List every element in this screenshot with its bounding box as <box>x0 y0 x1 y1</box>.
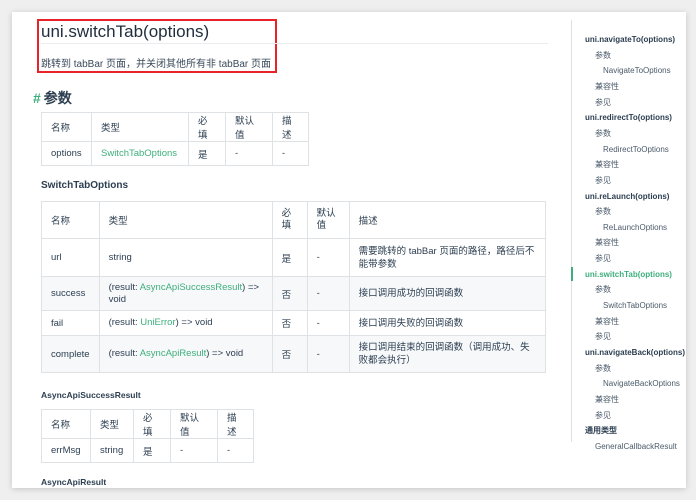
table-row: options SwitchTabOptions 是-- <box>41 141 309 166</box>
toc-item[interactable]: uni.redirectTo(options) <box>585 110 672 125</box>
table-row: complete (result: AsyncApiResult) => voi… <box>41 335 547 373</box>
cell-name: success <box>41 276 100 311</box>
table-cell: 默认值 <box>306 201 350 239</box>
toc-item[interactable]: 参见 <box>595 329 611 344</box>
table-cell: 描述 <box>217 409 254 439</box>
toc-item[interactable]: NavigateToOptions <box>603 63 671 78</box>
section-params-heading: # 参数 <box>33 90 72 106</box>
cell-desc: - <box>272 141 309 166</box>
cell-default: - <box>306 238 350 277</box>
toc-item[interactable]: 参见 <box>595 408 611 423</box>
cell-name: url <box>41 238 100 277</box>
toc-item[interactable]: uni.reLaunch(options) <box>585 189 669 204</box>
table-cell: 是 <box>133 438 171 463</box>
toc-item[interactable]: ReLaunchOptions <box>603 220 667 235</box>
cell-default: - <box>306 276 350 311</box>
table-header: 名称 类型 必填 默认值 描述 <box>41 201 547 239</box>
toc-item[interactable]: 参数 <box>595 361 611 376</box>
toc-item[interactable]: GeneralCallbackResult <box>595 439 677 454</box>
asyncapiresult-heading: AsyncApiResult <box>41 477 107 487</box>
cell-type: string <box>98 238 273 277</box>
toc-item[interactable]: 兼容性 <box>595 157 619 172</box>
toc-item[interactable]: RedirectToOptions <box>603 142 669 157</box>
toc-item[interactable]: uni.navigateBack(options) <box>585 345 685 360</box>
table-cell: 必填 <box>271 201 308 239</box>
table-header: 名称 类型 必填 默认值 描述 <box>41 112 309 142</box>
table-cell: SwitchTabOptions <box>91 141 189 166</box>
toc-item[interactable]: 兼容性 <box>595 79 619 94</box>
toc-item[interactable]: 参数 <box>595 126 611 141</box>
col-required: 必填 <box>188 112 226 142</box>
toc-item[interactable]: 通用类型 <box>585 423 617 438</box>
table-cell: - <box>217 438 254 463</box>
table-cell: 描述 <box>348 201 547 239</box>
toc-item[interactable]: 参数 <box>595 48 611 63</box>
toc-item[interactable]: 兼容性 <box>595 392 619 407</box>
table-row: errMsg string 是 - - <box>41 438 254 463</box>
toc-item[interactable]: 兼容性 <box>595 314 619 329</box>
table-cell: - <box>170 438 218 463</box>
cell-desc: 需要跳转的 tabBar 页面的路径，路径后不能带参数 <box>348 238 547 277</box>
toc-item[interactable]: NavigateBackOptions <box>603 376 680 391</box>
toc-item[interactable]: uni.navigateTo(options) <box>585 32 675 47</box>
toc-item[interactable]: SwitchTabOptions <box>603 298 667 313</box>
table-cell: 必填 <box>133 409 171 439</box>
cell-name: options <box>41 141 92 166</box>
type-link[interactable]: UniError <box>140 317 175 328</box>
type-link[interactable]: AsyncApiResult <box>140 348 207 359</box>
switchtaboptions-heading: SwitchTabOptions <box>41 180 129 191</box>
toc-item[interactable]: 参见 <box>595 173 611 188</box>
cell-required: 否 <box>271 335 308 373</box>
table-cell: 默认值 <box>170 409 218 439</box>
col-desc: 描述 <box>272 112 309 142</box>
cell-required: 是 <box>188 141 226 166</box>
table-cell: 类型 <box>98 201 273 239</box>
toc-item[interactable]: 参见 <box>595 251 611 266</box>
cell-default: - <box>306 310 350 336</box>
table-cell: 名称 <box>41 201 100 239</box>
table-cell: 名称 <box>41 409 91 439</box>
cell-default: - <box>306 335 350 373</box>
table-header: 名称 类型 必填 默认值 描述 <box>41 409 254 439</box>
switchtaboptions-table: 名称 类型 必填 默认值 描述 url string 是 - 需要跳转的 tabBar … <box>41 201 547 373</box>
toc-item[interactable]: 兼容性 <box>595 235 619 250</box>
cell-name: fail <box>41 310 100 336</box>
col-name: 名称 <box>41 112 92 142</box>
cell-required: 是 <box>271 238 308 277</box>
title-divider <box>41 43 548 44</box>
table-row: url string 是 - 需要跳转的 tabBar 页面的路径，路径后不能带… <box>41 238 547 277</box>
type-link[interactable]: SwitchTabOptions <box>101 148 177 159</box>
toc-active-indicator <box>571 266 573 281</box>
toc-item[interactable]: 参数 <box>595 204 611 219</box>
cell-default: - <box>225 141 273 166</box>
cell-type: (result: AsyncApiSuccessResult) => void <box>98 276 273 311</box>
type-link[interactable]: AsyncApiSuccessResult <box>140 282 242 293</box>
cell-required: 否 <box>271 310 308 336</box>
cell-type: (result: AsyncApiResult) => void <box>98 335 273 373</box>
doc-window: uni.switchTab(options) 跳转到 tabBar 页面，并关闭… <box>12 12 686 488</box>
asyncapisuccessresult-table: 名称 类型 必填 默认值 描述 errMsg string 是 - - <box>41 409 254 463</box>
toc-item[interactable]: uni.switchTab(options) <box>585 267 672 282</box>
params-table: 名称 类型 必填 默认值 描述 options SwitchTabOptions 是-- <box>41 112 309 166</box>
cell-type: (result: UniError) => void <box>98 310 273 336</box>
table-row: fail (result: UniError) => void 否 - 接口调用… <box>41 310 547 336</box>
page-title: uni.switchTab(options) <box>41 22 210 41</box>
toc-item[interactable]: 参数 <box>595 282 611 297</box>
cell-desc: 接口调用结束的回调函数（调用成功、失败都会执行） <box>348 335 547 373</box>
table-of-contents: uni.navigateTo(options) 参数 NavigateToOptio… <box>571 20 686 451</box>
cell-desc: 接口调用失败的回调函数 <box>348 310 547 336</box>
table-cell: 类型 <box>90 409 134 439</box>
cell-required: 否 <box>271 276 308 311</box>
asyncapisuccessresult-heading: AsyncApiSuccessResult <box>41 390 141 400</box>
table-cell: string <box>90 438 134 463</box>
page-description: 跳转到 tabBar 页面，并关闭其他所有非 tabBar 页面 <box>41 59 272 70</box>
cell-desc: 接口调用成功的回调函数 <box>348 276 547 311</box>
table-cell: errMsg <box>41 438 91 463</box>
cell-name: complete <box>41 335 100 373</box>
col-type: 类型 <box>91 112 189 142</box>
toc-item[interactable]: 参见 <box>595 95 611 110</box>
table-row: success (result: AsyncApiSuccessResult) … <box>41 276 547 311</box>
anchor-link[interactable]: # <box>33 90 41 106</box>
col-default: 默认值 <box>225 112 273 142</box>
